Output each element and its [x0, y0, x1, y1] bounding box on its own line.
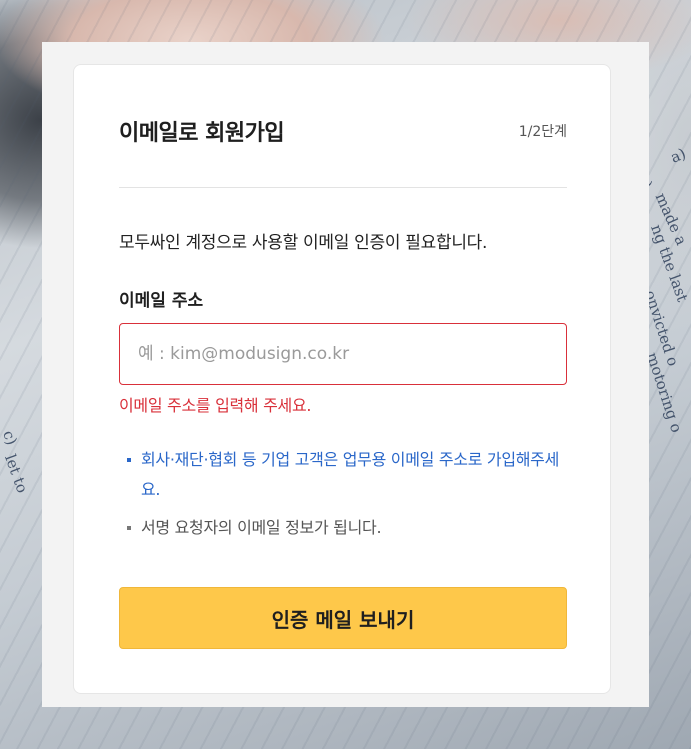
email-error-message: 이메일 주소를 입력해 주세요.	[119, 396, 312, 415]
step-indicator: 1/2단계	[518, 124, 567, 140]
bullet-icon	[127, 526, 131, 530]
header-divider	[119, 187, 567, 188]
notice-text: 회사·재단·협회 등 기업 고객은 업무용 이메일 주소로 가입해주세요.	[141, 450, 559, 499]
notice-requester-email: 서명 요청자의 이메일 정보가 됩니다.	[119, 513, 567, 543]
notice-text: 서명 요청자의 이메일 정보가 됩니다.	[141, 518, 382, 537]
card-header: 이메일로 회원가입 1/2단계	[119, 115, 567, 147]
email-input[interactable]	[120, 324, 566, 384]
signup-card: 이메일로 회원가입 1/2단계 모두싸인 계정으로 사용할 이메일 인증이 필요…	[73, 64, 611, 694]
email-label: 이메일 주소	[119, 291, 204, 311]
description-text: 모두싸인 계정으로 사용할 이메일 인증이 필요합니다.	[119, 233, 488, 253]
bullet-icon	[127, 458, 131, 462]
send-verification-email-button[interactable]: 인증 메일 보내기	[119, 587, 567, 649]
notice-business-email: 회사·재단·협회 등 기업 고객은 업무용 이메일 주소로 가입해주세요.	[119, 445, 567, 505]
notice-list: 회사·재단·협회 등 기업 고객은 업무용 이메일 주소로 가입해주세요. 서명…	[119, 445, 567, 543]
page-title: 이메일로 회원가입	[119, 121, 285, 146]
email-field-wrapper	[119, 323, 567, 385]
